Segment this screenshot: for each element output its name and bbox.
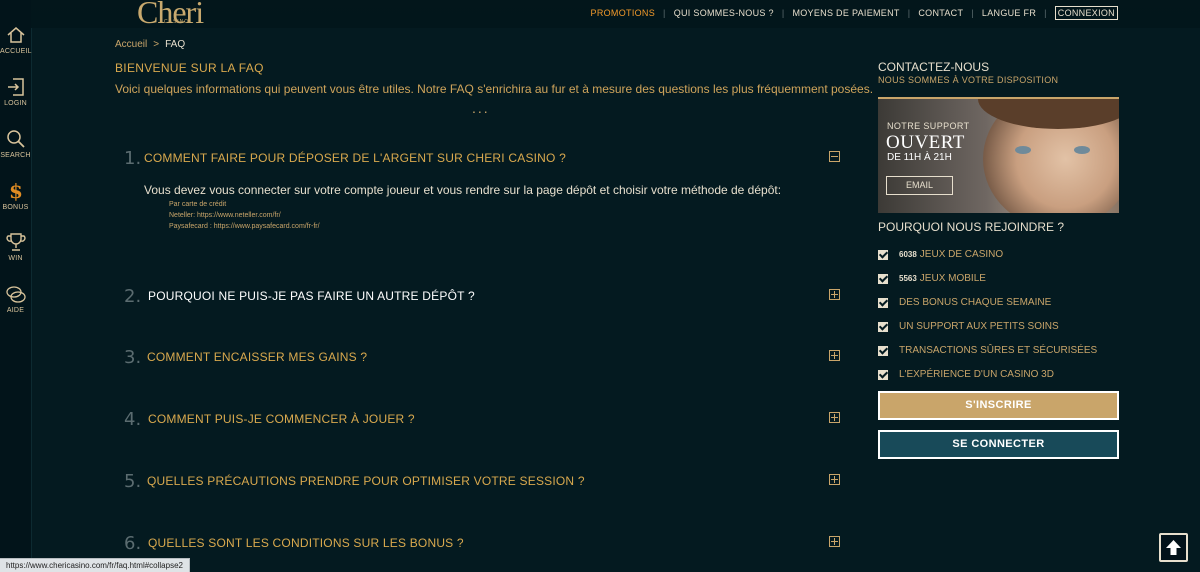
support-hours: DE 11H À 21H — [887, 152, 952, 163]
arrow-up-icon — [1166, 540, 1181, 555]
nav-label: ACCUEIL — [0, 48, 32, 55]
nav-label: AIDE — [6, 307, 25, 314]
nav-bonus[interactable]: $ BONUS — [0, 180, 31, 211]
breadcrumb: Accueil > FAQ — [115, 39, 185, 50]
page-title: BIENVENUE SUR LA FAQ — [115, 61, 264, 75]
scroll-to-top-button[interactable] — [1159, 533, 1188, 562]
top-bar: Cheri CASINO PROMOTIONS | QUI SOMMES-NOUS … — [31, 0, 1200, 30]
collapse-icon[interactable] — [829, 151, 840, 162]
language-selector[interactable]: LANGUE FR — [982, 8, 1036, 18]
faq-answer-1: Vous devez vous connecter sur votre comp… — [144, 183, 781, 230]
signup-button[interactable]: S'INSCRIRE — [878, 391, 1119, 420]
nav-link-contact[interactable]: CONTACT — [918, 8, 963, 18]
expand-icon[interactable] — [829, 536, 840, 547]
nav-label: SEARCH — [0, 152, 31, 159]
site-logo[interactable]: Cheri CASINO — [131, 0, 221, 30]
nav-link-about[interactable]: QUI SOMMES-NOUS ? — [674, 8, 774, 18]
nav-search[interactable]: SEARCH — [0, 128, 31, 159]
nav-aide[interactable]: AIDE — [0, 283, 31, 314]
faq-number: 4. — [124, 409, 142, 430]
breadcrumb-separator: > — [153, 39, 160, 50]
nav-label: BONUS — [2, 204, 29, 211]
nav-accueil[interactable]: ACCUEIL — [0, 24, 32, 55]
breadcrumb-current: FAQ — [165, 39, 186, 50]
faq-number: 2. — [124, 286, 142, 307]
checkbox-icon — [878, 370, 888, 380]
contact-title: CONTACTEZ-NOUS — [878, 60, 990, 74]
faq-number: 6. — [124, 533, 142, 554]
chat-bubbles-icon — [5, 286, 26, 303]
breadcrumb-home[interactable]: Accueil — [115, 39, 147, 50]
logo-text: Cheri — [137, 0, 204, 30]
support-status: OUVERT — [886, 132, 965, 153]
answer-option: Paysafecard : https://www.paysafecard.co… — [169, 223, 320, 230]
checkbox-icon — [878, 298, 888, 308]
benefit-text: DES BONUS CHAQUE SEMAINE — [899, 297, 1052, 308]
intro-text: Voici quelques informations qui peuvent … — [115, 82, 874, 96]
top-navigation: PROMOTIONS | QUI SOMMES-NOUS ? | MOYENS DE P… — [591, 6, 1118, 20]
expand-icon[interactable] — [829, 350, 840, 361]
browser-status-url: https://www.chericasino.com/fr/faq.html#… — [0, 558, 190, 572]
benefit-text: JEUX DE CASINO — [919, 249, 1004, 260]
answer-text: Vous devez vous connecter sur votre comp… — [144, 183, 782, 197]
separator-dots: ... — [472, 100, 490, 116]
nav-label: WIN — [8, 255, 23, 262]
contact-subtitle: NOUS SOMMES À VOTRE DISPOSITION — [878, 75, 1059, 85]
login-link[interactable]: CONNEXION — [1054, 6, 1118, 20]
benefit-text: JEUX MOBILE — [919, 273, 986, 284]
nav-win[interactable]: WIN — [0, 231, 31, 262]
search-icon — [6, 130, 25, 148]
benefit-text: TRANSACTIONS SÛRES ET SÉCURISÉES — [899, 345, 1098, 356]
benefit-text: UN SUPPORT AUX PETITS SOINS — [899, 321, 1059, 332]
svg-text:$: $ — [9, 180, 23, 202]
nav-link-payment[interactable]: MOYENS DE PAIEMENT — [792, 8, 899, 18]
nav-label: LOGIN — [4, 100, 27, 107]
faq-question[interactable]: COMMENT PUIS-JE COMMENCER À JOUER ? — [148, 412, 415, 426]
expand-icon[interactable] — [829, 474, 840, 485]
support-banner: NOTRE SUPPORT OUVERT DE 11H À 21H EMAIL — [878, 97, 1119, 213]
email-button[interactable]: EMAIL — [886, 176, 953, 195]
logo-subtext: CASINO — [164, 19, 190, 25]
trophy-icon — [5, 233, 26, 251]
benefit-count: 5563 — [899, 274, 917, 283]
home-icon — [7, 27, 24, 43]
faq-question[interactable]: QUELLES SONT LES CONDITIONS SUR LES BONU… — [148, 536, 464, 550]
checkbox-icon — [878, 322, 888, 332]
faq-question[interactable]: COMMENT ENCAISSER MES GAINS ? — [147, 350, 367, 364]
expand-icon[interactable] — [829, 412, 840, 423]
faq-question[interactable]: QUELLES PRÉCAUTIONS PRENDRE POUR OPTIMIS… — [147, 474, 585, 488]
why-join-title: POURQUOI NOUS REJOINDRE ? — [878, 220, 1065, 234]
checkbox-icon — [878, 250, 888, 260]
checkbox-icon — [878, 274, 888, 284]
eye-shape — [1074, 146, 1090, 154]
eye-shape — [1015, 146, 1031, 154]
expand-icon[interactable] — [829, 289, 840, 300]
login-icon — [7, 78, 24, 96]
benefit-count: 6038 — [899, 250, 917, 259]
checkbox-icon — [878, 346, 888, 356]
support-label: NOTRE SUPPORT — [887, 121, 970, 131]
dollar-icon: $ — [9, 180, 23, 202]
faq-number: 5. — [124, 471, 142, 492]
left-sidebar: ACCUEIL LOGIN SEARCH $ BONUS WIN AIDE — [0, 0, 32, 572]
faq-number: 3. — [124, 347, 142, 368]
answer-option: Neteller: https://www.neteller.com/fr/ — [169, 212, 281, 219]
answer-option: Par carte de crédit — [169, 201, 227, 208]
benefit-text: L'EXPÉRIENCE D'UN CASINO 3D — [899, 369, 1054, 380]
faq-number: 1. — [124, 148, 142, 169]
faq-question[interactable]: POURQUOI NE PUIS-JE PAS FAIRE UN AUTRE D… — [148, 289, 475, 303]
faq-question[interactable]: COMMENT FAIRE POUR DÉPOSER DE L'ARGENT S… — [144, 151, 566, 165]
nav-login[interactable]: LOGIN — [0, 76, 31, 107]
login-button[interactable]: SE CONNECTER — [878, 430, 1119, 459]
nav-link-promotions[interactable]: PROMOTIONS — [591, 8, 656, 18]
